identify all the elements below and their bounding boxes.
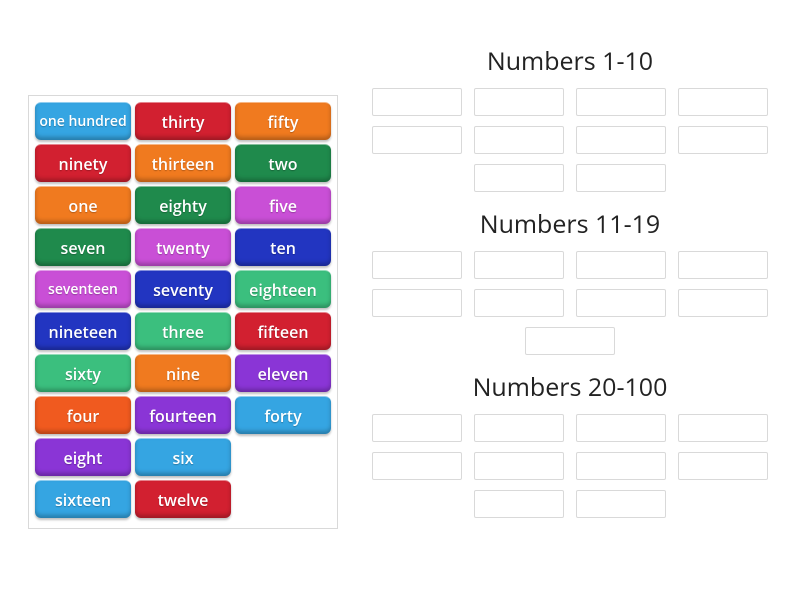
drop-slot[interactable] bbox=[678, 251, 768, 279]
drop-slot[interactable] bbox=[576, 251, 666, 279]
tile-twenty[interactable]: twenty bbox=[135, 228, 231, 266]
tile-six[interactable]: six bbox=[135, 438, 231, 476]
tile-seventeen[interactable]: seventeen bbox=[35, 270, 131, 308]
stage: one hundredthirtyfifty ninetythirteentwo o… bbox=[0, 0, 800, 600]
drop-slot[interactable] bbox=[576, 164, 666, 192]
drop-zone[interactable] bbox=[360, 251, 780, 355]
drop-slot[interactable] bbox=[372, 251, 462, 279]
drop-slot[interactable] bbox=[372, 289, 462, 317]
tile-thirty[interactable]: thirty bbox=[135, 102, 231, 140]
drop-slot[interactable] bbox=[576, 88, 666, 116]
tile-fourteen[interactable]: fourteen bbox=[135, 396, 231, 434]
drop-slot[interactable] bbox=[678, 414, 768, 442]
tile-four[interactable]: four bbox=[35, 396, 131, 434]
tile-seventy[interactable]: seventy bbox=[135, 270, 231, 308]
tile-fifty[interactable]: fifty bbox=[235, 102, 331, 140]
drop-slot[interactable] bbox=[576, 452, 666, 480]
drop-zone[interactable] bbox=[360, 414, 780, 518]
drop-slot[interactable] bbox=[474, 164, 564, 192]
drop-slot[interactable] bbox=[474, 251, 564, 279]
group-title: Numbers 20-100 bbox=[360, 370, 780, 404]
tile-nine[interactable]: nine bbox=[135, 354, 231, 392]
tile-one[interactable]: one bbox=[35, 186, 131, 224]
drop-slot[interactable] bbox=[525, 327, 615, 355]
tile-sixteen[interactable]: sixteen bbox=[35, 480, 131, 518]
drop-slot[interactable] bbox=[372, 88, 462, 116]
drop-slot[interactable] bbox=[678, 452, 768, 480]
drop-slot[interactable] bbox=[372, 414, 462, 442]
tile-sixty[interactable]: sixty bbox=[35, 354, 131, 392]
drop-slot[interactable] bbox=[474, 126, 564, 154]
tile-eighteen[interactable]: eighteen bbox=[235, 270, 331, 308]
drop-slot[interactable] bbox=[678, 126, 768, 154]
drop-slot[interactable] bbox=[474, 452, 564, 480]
drop-slot[interactable] bbox=[678, 88, 768, 116]
drop-slot[interactable] bbox=[576, 289, 666, 317]
tile-ten[interactable]: ten bbox=[235, 228, 331, 266]
group-title: Numbers 1-10 bbox=[360, 44, 780, 78]
tile-three[interactable]: three bbox=[135, 312, 231, 350]
drop-zone[interactable] bbox=[360, 88, 780, 192]
tile-two[interactable]: two bbox=[235, 144, 331, 182]
drop-slot[interactable] bbox=[372, 126, 462, 154]
drop-slot[interactable] bbox=[576, 414, 666, 442]
tile-eighty[interactable]: eighty bbox=[135, 186, 231, 224]
tiles-panel: one hundredthirtyfifty ninetythirteentwo o… bbox=[28, 95, 338, 529]
tile-one-hundred[interactable]: one hundred bbox=[35, 102, 131, 140]
tile-nineteen[interactable]: nineteen bbox=[35, 312, 131, 350]
drop-slot[interactable] bbox=[372, 452, 462, 480]
drop-slot[interactable] bbox=[474, 88, 564, 116]
drop-slot[interactable] bbox=[474, 490, 564, 518]
tile-ninety[interactable]: ninety bbox=[35, 144, 131, 182]
drop-slot[interactable] bbox=[474, 414, 564, 442]
drop-slot[interactable] bbox=[576, 490, 666, 518]
tile-twelve[interactable]: twelve bbox=[135, 480, 231, 518]
drop-slot[interactable] bbox=[576, 126, 666, 154]
tile-thirteen[interactable]: thirteen bbox=[135, 144, 231, 182]
tile-five[interactable]: five bbox=[235, 186, 331, 224]
tile-seven[interactable]: seven bbox=[35, 228, 131, 266]
drop-slot[interactable] bbox=[678, 289, 768, 317]
group-title: Numbers 11-19 bbox=[360, 207, 780, 241]
tile-fifteen[interactable]: fifteen bbox=[235, 312, 331, 350]
tile-eight[interactable]: eight bbox=[35, 438, 131, 476]
drop-slot[interactable] bbox=[474, 289, 564, 317]
groups-column: Numbers 1-10 Numbers 11-19 Numbers 20-100 bbox=[360, 40, 780, 533]
tile-forty[interactable]: forty bbox=[235, 396, 331, 434]
tile-eleven[interactable]: eleven bbox=[235, 354, 331, 392]
